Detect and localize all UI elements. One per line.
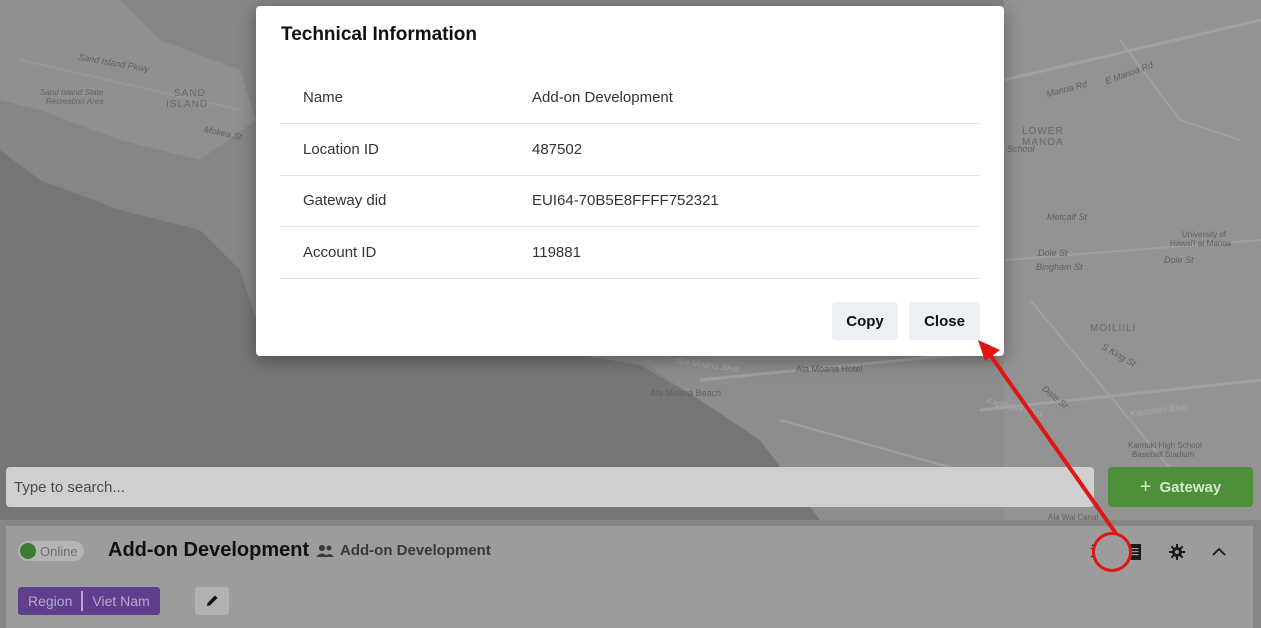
chevron-up-icon — [1212, 547, 1226, 556]
table-row: Account ID 119881 — [280, 226, 980, 279]
row-label: Account ID — [280, 226, 532, 279]
technical-info-dialog: Technical Information Name Add-on Develo… — [256, 6, 1004, 356]
add-gateway-button[interactable]: + Gateway — [1108, 467, 1253, 507]
annotation-circle — [1092, 532, 1132, 572]
gateway-title: Add-on Development — [108, 539, 310, 561]
info-table: Name Add-on Development Location ID 4875… — [280, 72, 980, 279]
tag-key: Region — [28, 593, 73, 609]
copy-button[interactable]: Copy — [832, 302, 898, 340]
dialog-title: Technical Information — [281, 24, 478, 45]
tag-value: Viet Nam — [92, 593, 150, 609]
gateway-group: Add-on Development — [316, 542, 491, 559]
row-value: EUI64-70B5E8FFFF752321 — [532, 175, 980, 227]
tag-separator — [81, 591, 84, 611]
row-label: Gateway did — [280, 175, 532, 227]
add-gateway-label: Gateway — [1159, 478, 1222, 496]
collapse-button[interactable] — [1207, 540, 1231, 564]
status-dot-icon — [20, 543, 36, 559]
close-button[interactable]: Close — [909, 302, 980, 340]
settings-button[interactable] — [1165, 540, 1189, 564]
status-label: Online — [40, 543, 78, 559]
row-value: 119881 — [532, 226, 980, 279]
search-bar[interactable] — [6, 467, 1094, 507]
row-label: Location ID — [280, 123, 532, 176]
table-row: Name Add-on Development — [280, 72, 980, 124]
edit-tags-button[interactable] — [195, 587, 229, 615]
table-row: Gateway did EUI64-70B5E8FFFF752321 — [280, 175, 980, 227]
search-input[interactable] — [14, 478, 1094, 496]
group-icon — [316, 544, 334, 557]
row-value: 487502 — [532, 123, 980, 176]
gateway-group-label: Add-on Development — [340, 542, 491, 559]
gear-icon — [1169, 544, 1185, 560]
pencil-icon — [207, 595, 218, 606]
status-badge: Online — [18, 541, 84, 561]
table-row: Location ID 487502 — [280, 123, 980, 176]
row-label: Name — [280, 72, 532, 124]
region-tag[interactable]: Region Viet Nam — [18, 587, 160, 615]
plus-icon: + — [1139, 475, 1152, 498]
gateway-card: Online Add-on Development Add-on Develop… — [6, 525, 1253, 628]
row-value: Add-on Development — [532, 72, 980, 124]
